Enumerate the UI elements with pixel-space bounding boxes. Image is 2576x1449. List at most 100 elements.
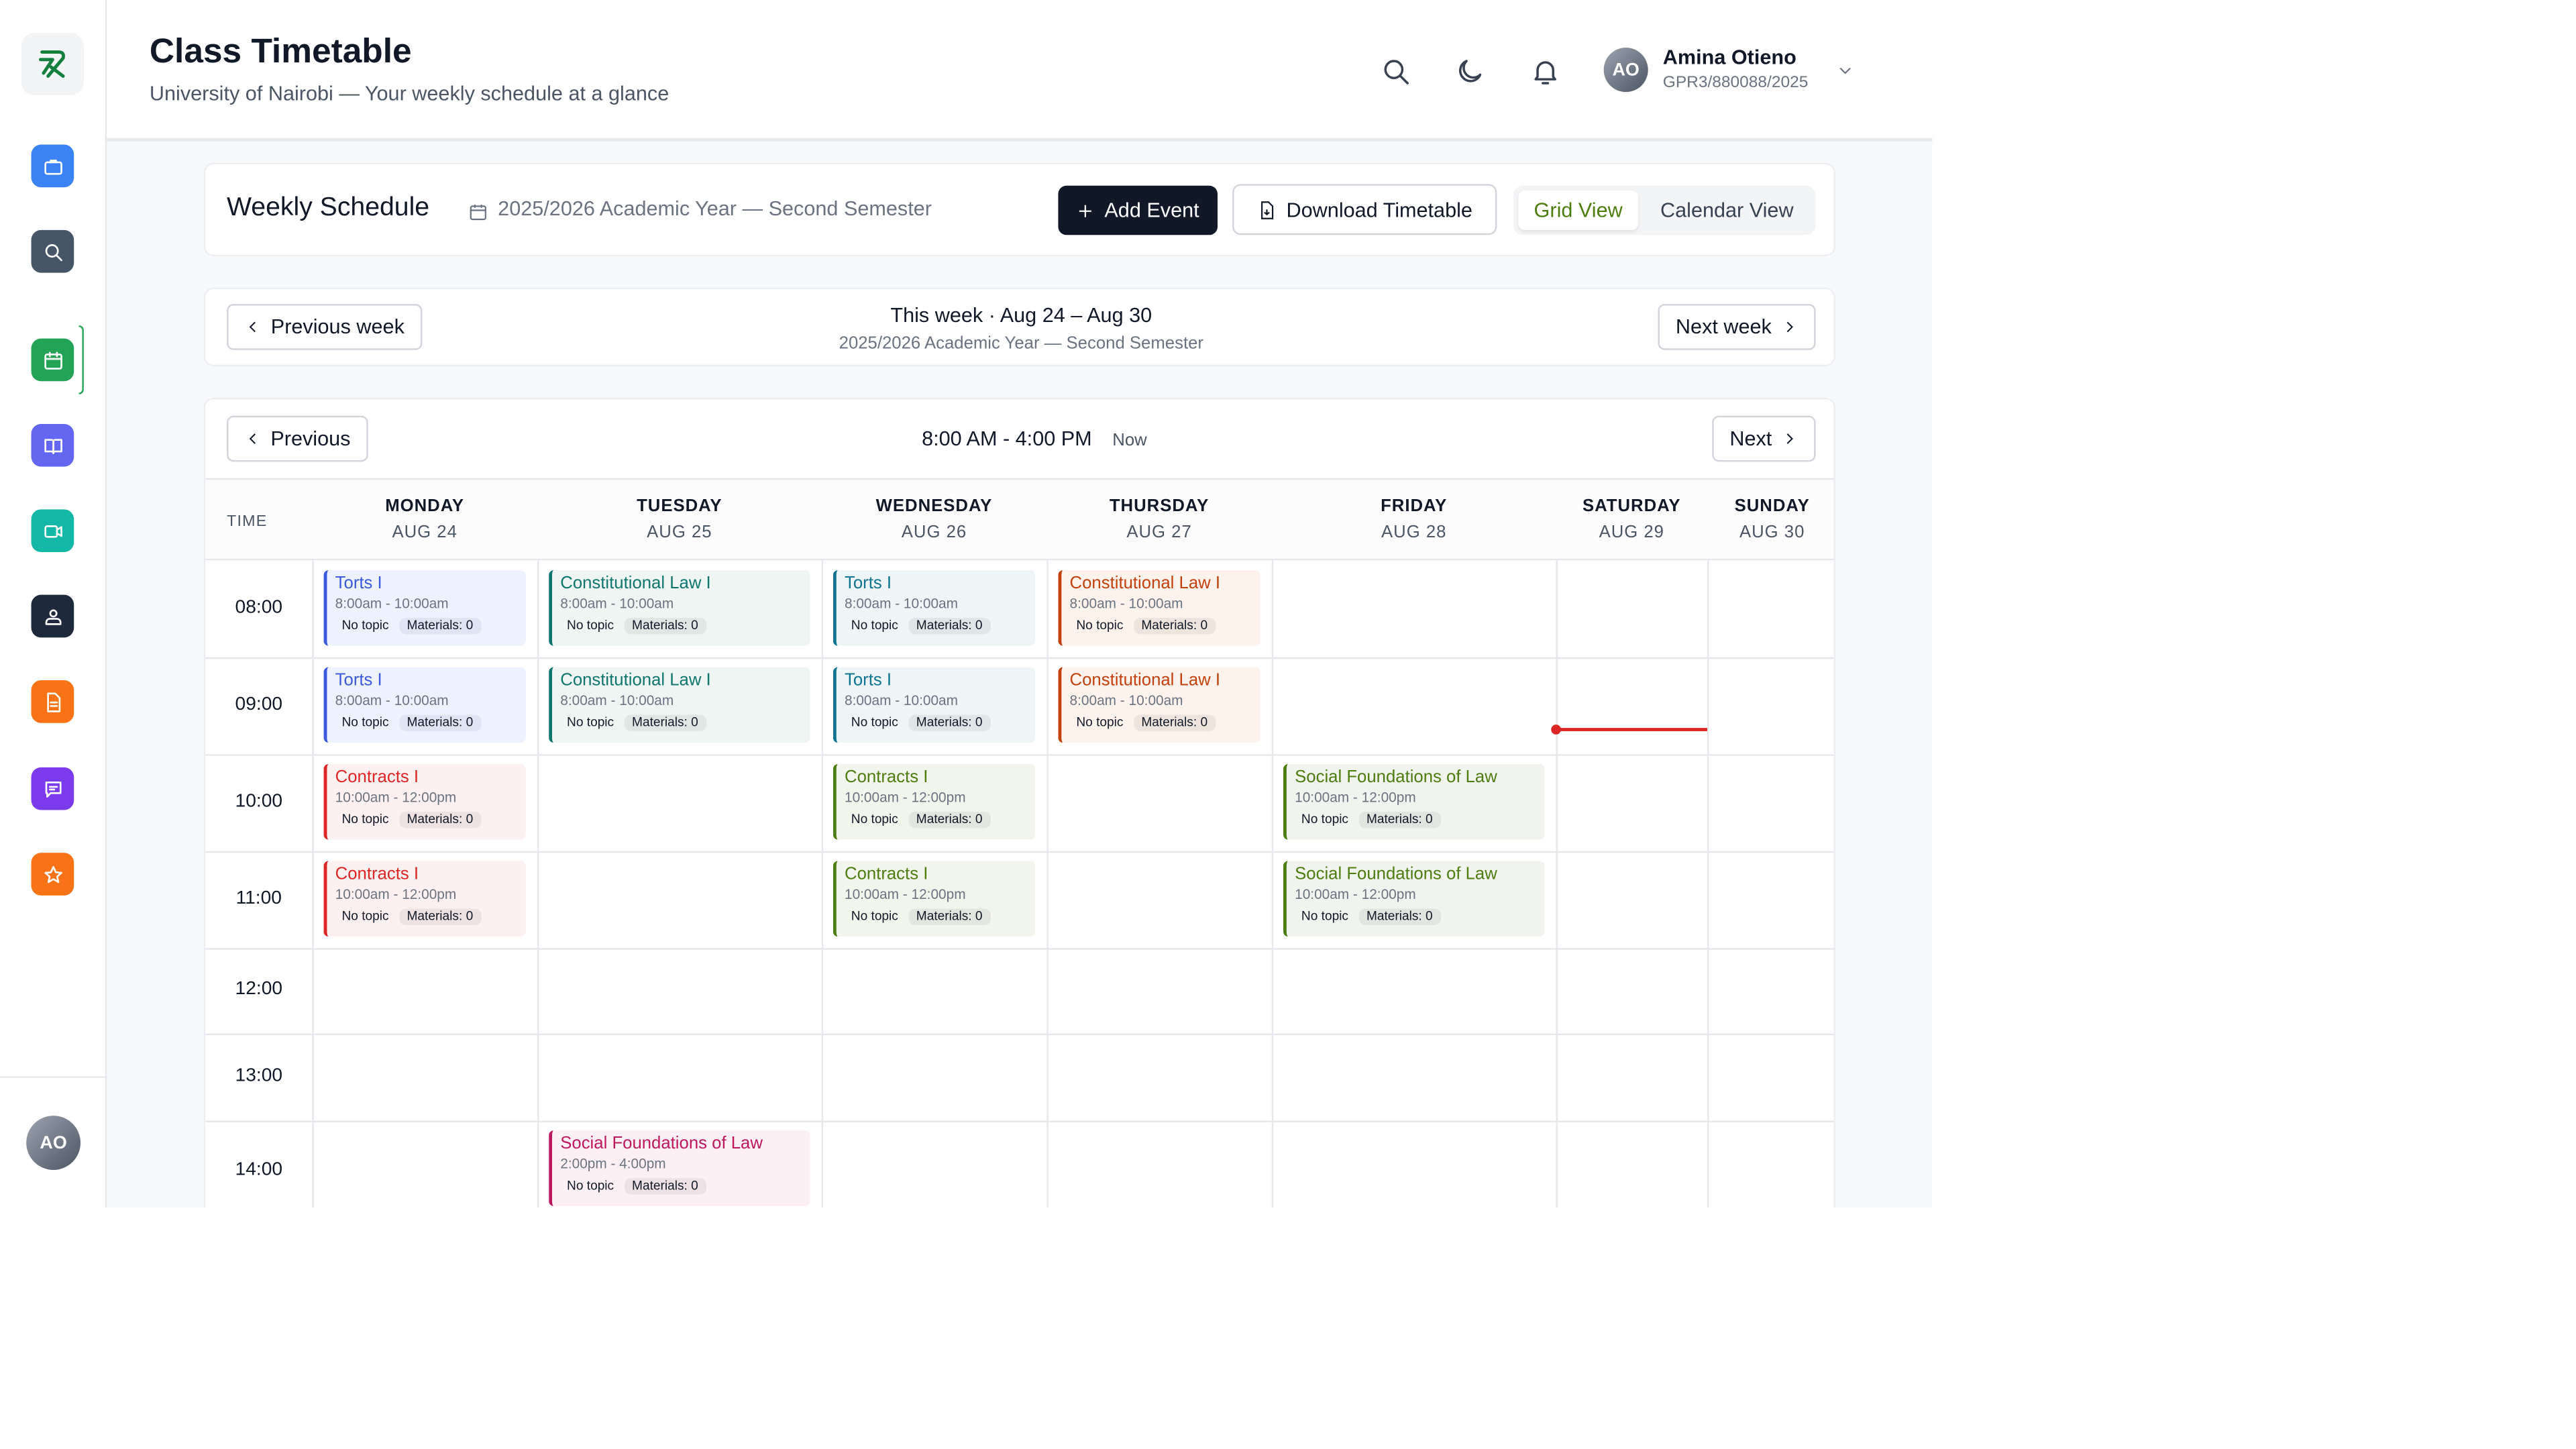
page-header: Class Timetable University of Nairobi — … [107, 0, 1933, 142]
briefcase-icon [44, 158, 62, 174]
event-title: Contracts I [335, 767, 419, 788]
hour-label: 11:00 [235, 888, 282, 908]
event-materials-badge: Materials: 0 [1358, 908, 1441, 926]
event-card[interactable]: Torts I 8:00am - 10:00am No topic Materials… [833, 667, 1036, 743]
download-timetable-label: Download Timetable [1286, 198, 1472, 221]
event-time: 8:00am - 10:00am [335, 692, 449, 708]
bell-icon[interactable] [1528, 54, 1561, 87]
event-time: 10:00am - 12:00pm [1295, 788, 1416, 806]
event-card[interactable]: Contracts I 10:00am - 12:00pm No topic Mate… [323, 763, 526, 840]
event-topic: No topic [567, 1178, 614, 1193]
time-range: 8:00 AM - 4:00 PM [922, 427, 1092, 451]
sidebar-item-search[interactable] [31, 229, 74, 273]
user-registration-number: GPR3/880088/2025 [1662, 74, 1809, 93]
chevron-right-icon [1787, 433, 1794, 444]
event-card[interactable]: Contracts I 10:00am - 12:00pm No topic Mate… [323, 861, 526, 937]
day-name: SUNDAY [1734, 496, 1810, 517]
event-time: 8:00am - 10:00am [844, 692, 958, 708]
event-card[interactable]: Constitutional Law I 8:00am - 10:00am No t… [1058, 667, 1260, 743]
event-materials-badge: Materials: 0 [398, 908, 482, 926]
day-date: AUG 27 [1126, 522, 1192, 543]
now-button[interactable]: Now [1112, 431, 1146, 450]
event-card[interactable]: Contracts I 10:00am - 12:00pm No topic Mate… [833, 763, 1036, 840]
day-name: TUESDAY [637, 496, 722, 517]
download-timetable-button[interactable]: Download Timetable [1232, 184, 1497, 235]
event-card[interactable]: Constitutional Law I 8:00am - 10:00am No t… [549, 667, 810, 743]
document-icon [46, 692, 60, 712]
event-title: Torts I [844, 573, 892, 594]
app-logo-icon[interactable] [21, 32, 84, 96]
next-week-button[interactable]: Next week [1658, 304, 1816, 350]
sidebar-item-star[interactable] [31, 853, 74, 896]
event-materials-badge: Materials: 0 [1133, 617, 1216, 635]
previous-button[interactable]: Previous [227, 415, 368, 462]
event-card[interactable]: Torts I 8:00am - 10:00am No topic Materials… [323, 667, 526, 743]
event-materials-badge: Materials: 0 [1358, 812, 1441, 828]
event-title: Constitutional Law I [1069, 573, 1221, 594]
event-title: Constitutional Law I [560, 573, 711, 594]
event-card[interactable]: Torts I 8:00am - 10:00am No topic Materials… [323, 570, 526, 646]
page-title: Class Timetable [149, 32, 412, 71]
event-time: 10:00am - 12:00pm [335, 885, 457, 902]
event-card[interactable]: Torts I 8:00am - 10:00am No topic Materials… [833, 570, 1036, 646]
day-header-wednesday: WEDNESDAY AUG 26 [822, 480, 1047, 561]
event-card[interactable]: Social Foundations of Law 10:00am - 12:00… [1283, 763, 1545, 840]
add-event-button[interactable]: Add Event [1058, 185, 1218, 235]
sidebar-item-calendar[interactable] [31, 338, 74, 382]
grid-row-divider [205, 1033, 1834, 1036]
search-icon[interactable] [1379, 54, 1411, 87]
hour-label: 10:00 [235, 791, 283, 811]
event-topic: No topic [851, 714, 898, 730]
sidebar-item-user-group[interactable] [31, 594, 74, 638]
calendar-view-tab[interactable]: Calendar View [1645, 191, 1809, 230]
moon-icon[interactable] [1452, 54, 1485, 87]
grid-view-tab[interactable]: Grid View [1518, 191, 1639, 230]
sidebar-avatar[interactable]: AO [26, 1116, 81, 1170]
event-title: Social Foundations of Law [1295, 767, 1497, 788]
event-title: Contracts I [335, 864, 419, 884]
sidebar-item-briefcase[interactable] [31, 144, 74, 188]
day-header-friday: FRIDAY AUG 28 [1272, 480, 1556, 561]
sidebar-item-book[interactable] [31, 423, 74, 467]
day-name: FRIDAY [1381, 496, 1448, 517]
event-time: 8:00am - 10:00am [335, 594, 449, 612]
search-icon [44, 243, 62, 261]
event-title: Constitutional Law I [560, 670, 711, 690]
event-card[interactable]: Constitutional Law I 8:00am - 10:00am No t… [549, 570, 810, 646]
sidebar: AO [0, 0, 107, 1208]
sidebar-item-chat[interactable] [31, 767, 74, 810]
user-name[interactable]: Amina Otieno [1663, 46, 1796, 69]
event-time: 10:00am - 12:00pm [335, 788, 457, 806]
sidebar-item-document[interactable] [31, 680, 74, 723]
next-button[interactable]: Next [1712, 415, 1816, 462]
event-topic: No topic [341, 714, 389, 730]
event-topic: No topic [1301, 908, 1349, 924]
chevron-down-icon[interactable] [1835, 59, 1855, 78]
event-materials-badge: Materials: 0 [398, 714, 482, 731]
schedule-toolbar: Weekly Schedule 2025/2026 Academic Year … [203, 162, 1835, 257]
event-title: Social Foundations of Law [560, 1134, 763, 1154]
week-term: 2025/2026 Academic Year — Second Semeste… [839, 333, 1203, 354]
event-card[interactable]: Social Foundations of Law 2:00pm - 4:00pm… [549, 1130, 810, 1206]
event-time: 8:00am - 10:00am [560, 692, 674, 708]
event-title: Torts I [335, 573, 382, 594]
timetable-grid: Previous 8:00 AM - 4:00 PM Now Next TIME… [203, 397, 1835, 1208]
event-materials-badge: Materials: 0 [398, 812, 482, 828]
week-range: This week · Aug 24 – Aug 30 [890, 304, 1152, 327]
event-time: 8:00am - 10:00am [560, 594, 674, 612]
grid-row-divider [205, 754, 1834, 756]
event-card[interactable]: Contracts I 10:00am - 12:00pm No topic Mate… [833, 861, 1036, 937]
event-card[interactable]: Constitutional Law I 8:00am - 10:00am No t… [1058, 570, 1260, 646]
user-avatar[interactable]: AO [1603, 48, 1648, 93]
event-topic: No topic [1076, 714, 1124, 730]
chat-icon [44, 780, 61, 797]
hour-label: 14:00 [235, 1159, 283, 1179]
sidebar-item-video[interactable] [31, 509, 74, 552]
day-date: AUG 28 [1381, 522, 1447, 543]
previous-label: Previous [270, 427, 351, 451]
chevron-right-icon [1787, 321, 1794, 333]
day-header-sunday: SUNDAY AUG 30 [1707, 480, 1834, 561]
day-header-thursday: THURSDAY AUG 27 [1046, 480, 1272, 561]
next-week-label: Next week [1675, 315, 1772, 339]
event-card[interactable]: Social Foundations of Law 10:00am - 12:00… [1283, 861, 1545, 937]
